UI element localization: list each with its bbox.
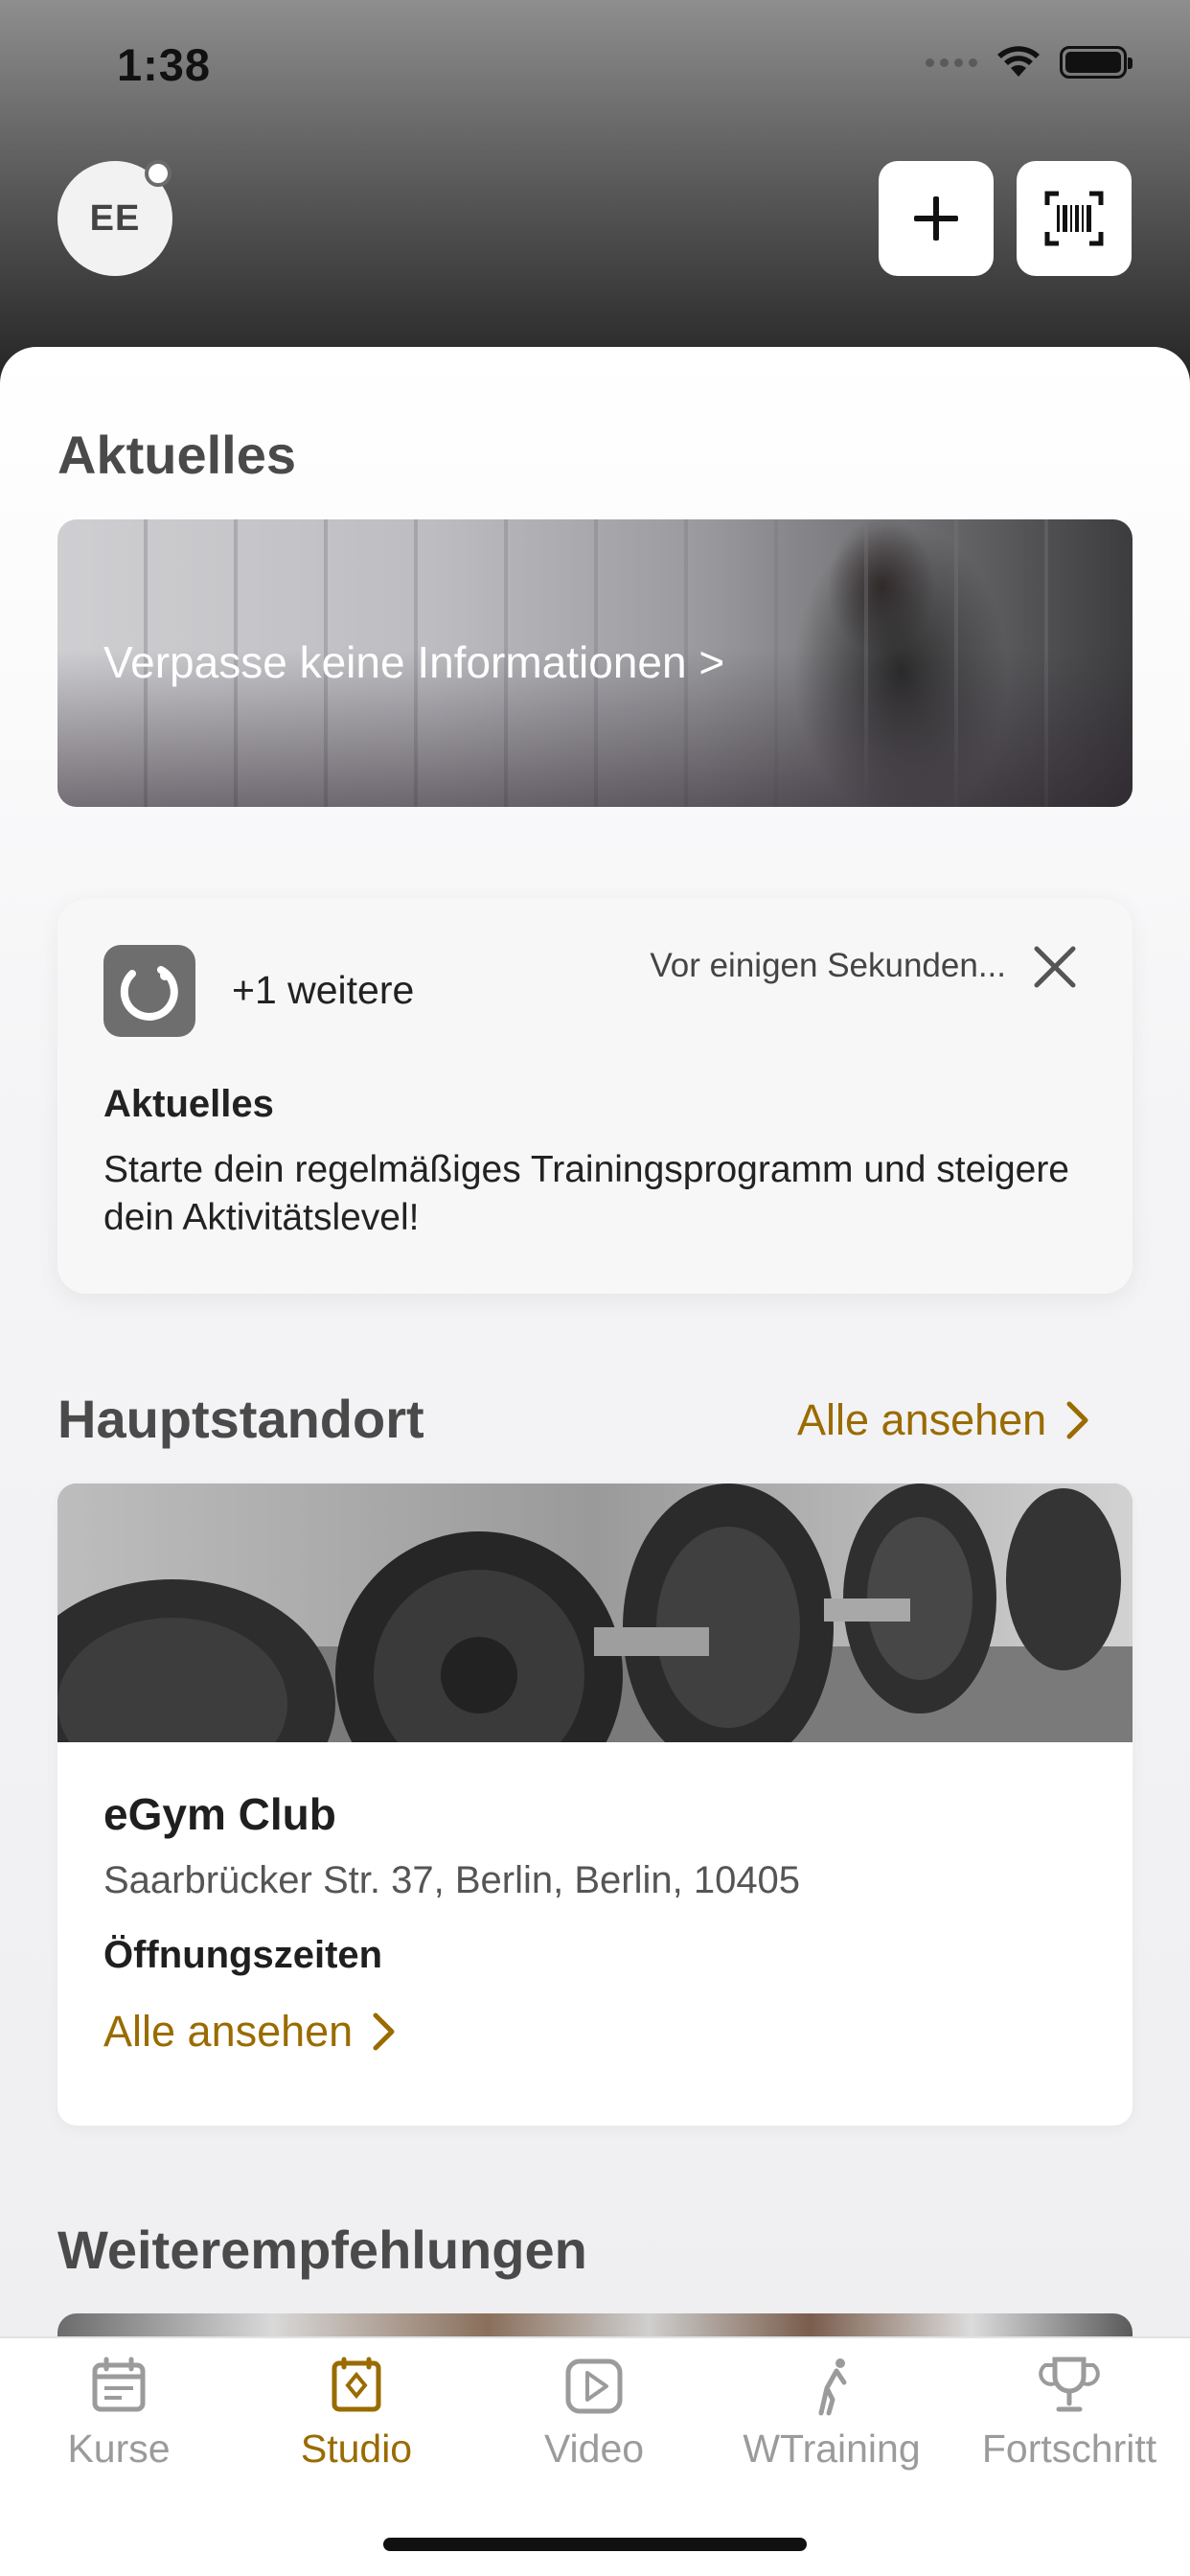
home-indicator[interactable]	[383, 2538, 807, 2551]
tab-label: Video	[543, 2426, 645, 2471]
notification-card[interactable]: +1 weitere Vor einigen Sekunden... Aktue…	[57, 899, 1133, 1294]
opening-hours-link[interactable]: Alle ansehen	[103, 2007, 397, 2057]
studio-icon	[332, 2357, 381, 2412]
trophy-icon	[1039, 2357, 1100, 2412]
plus-icon	[914, 196, 958, 241]
tab-kurse[interactable]: Kurse	[0, 2354, 238, 2497]
tab-studio[interactable]: Studio	[238, 2354, 475, 2497]
close-icon[interactable]	[1031, 943, 1079, 991]
calendar-icon	[92, 2357, 146, 2412]
tab-wtraining[interactable]: WTraining	[713, 2354, 950, 2497]
tab-label: Studio	[300, 2426, 413, 2471]
barcode-scan-icon	[1044, 191, 1104, 246]
notification-title: Aktuelles	[103, 1083, 274, 1125]
wifi-icon	[997, 46, 1040, 77]
app-logo-icon	[103, 945, 195, 1037]
chevron-right-icon	[1066, 1401, 1088, 1439]
tab-label: Kurse	[67, 2426, 171, 2471]
notification-timestamp: Vor einigen Sekunden...	[650, 947, 1006, 984]
app-header: 1:38 EE	[0, 0, 1190, 402]
tab-video[interactable]: Video	[475, 2354, 713, 2497]
main-location-title: Hauptstandort	[57, 1389, 424, 1449]
news-banner-text: Verpasse keine Informationen >	[103, 637, 725, 687]
recommendations-title: Weiterempfehlungen	[57, 2220, 587, 2280]
scan-button[interactable]	[1017, 161, 1132, 276]
gym-card[interactable]: eGym Club Saarbrücker Str. 37, Berlin, B…	[57, 1484, 1133, 2126]
news-banner[interactable]: Verpasse keine Informationen >	[57, 519, 1133, 807]
opening-hours-link-label: Alle ansehen	[103, 2007, 354, 2056]
see-all-label: Alle ansehen	[797, 1395, 1047, 1444]
battery-icon	[1060, 46, 1133, 79]
status-indicators	[926, 46, 1133, 79]
notification-more-count: +1 weitere	[232, 968, 415, 1012]
notification-dot	[145, 160, 172, 187]
gym-address: Saarbrücker Str. 37, Berlin, Berlin, 104…	[103, 1859, 801, 1901]
see-all-locations-link[interactable]: Alle ansehen	[797, 1395, 1090, 1445]
tab-fortschritt[interactable]: Fortschritt	[950, 2354, 1188, 2497]
add-button[interactable]	[879, 161, 994, 276]
exercise-icon	[818, 2358, 847, 2416]
cellular-signal-icon	[926, 58, 977, 67]
tab-label: Fortschritt	[981, 2426, 1157, 2471]
tab-label: WTraining	[743, 2426, 921, 2471]
gym-name: eGym Club	[103, 1789, 336, 1839]
notification-body: Starte dein regelmäßiges Trainingsprogra…	[103, 1149, 1070, 1238]
play-icon	[565, 2358, 623, 2414]
opening-hours-label: Öffnungszeiten	[103, 1934, 383, 1976]
gym-photo	[57, 1484, 1133, 1742]
chevron-right-icon	[373, 2012, 395, 2051]
status-time: 1:38	[117, 39, 212, 90]
news-section-title: Aktuelles	[57, 425, 296, 485]
